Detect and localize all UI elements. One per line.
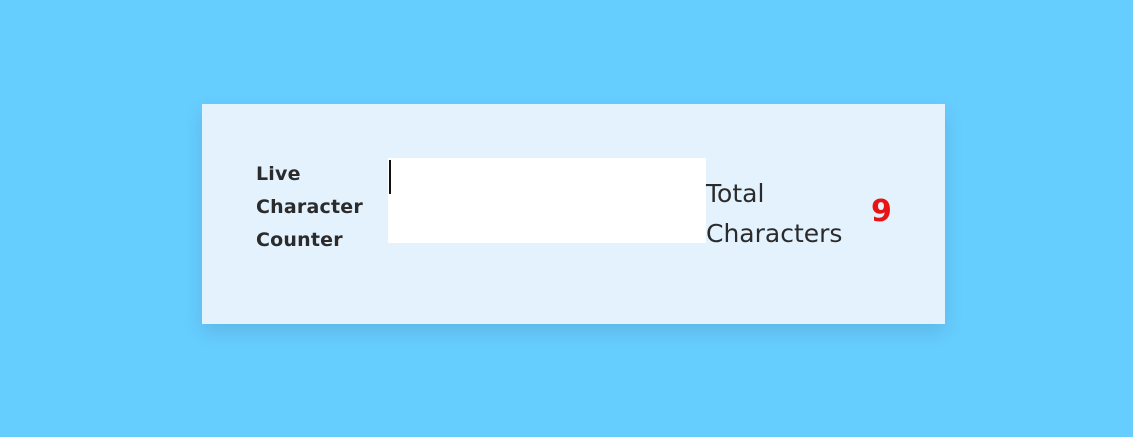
app-title: Live Character Counter [256, 163, 363, 251]
character-counter-card: Live Character Counter Total Characters … [202, 104, 945, 324]
character-count-value: 9 [871, 194, 892, 229]
text-input[interactable] [388, 158, 706, 243]
text-cursor [389, 160, 391, 194]
total-characters-label: Total Characters [706, 179, 843, 248]
